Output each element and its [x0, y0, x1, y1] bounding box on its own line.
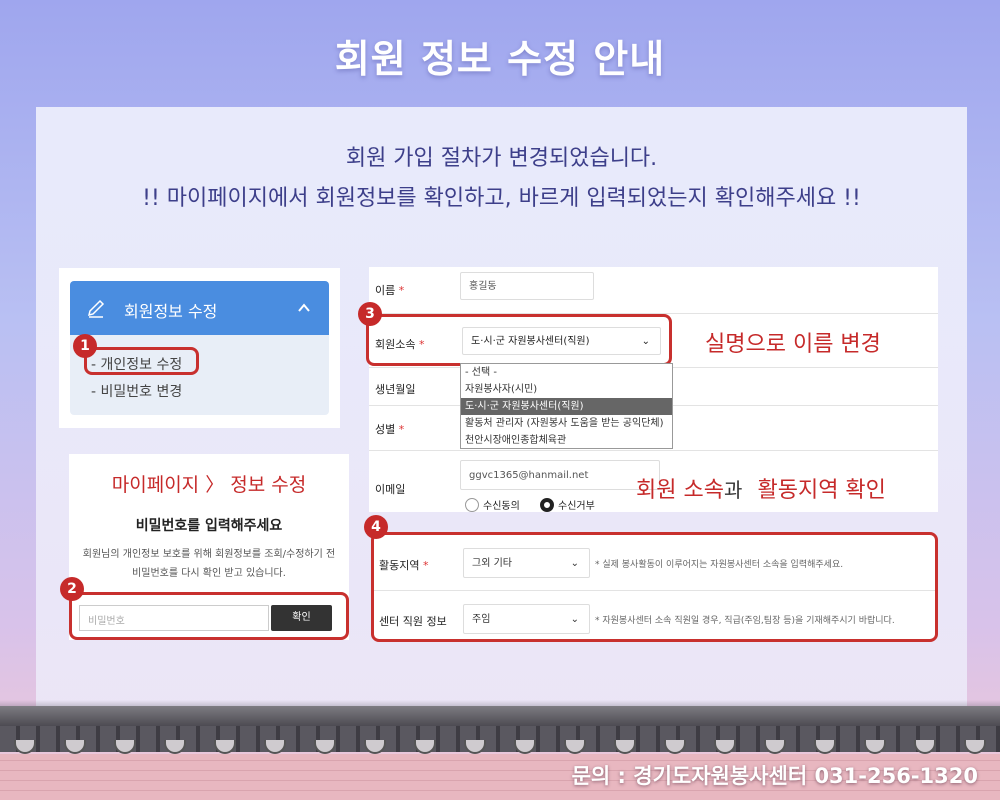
- tile-end: [764, 740, 786, 754]
- password-card-title: 마이페이지 〉 정보 수정: [111, 474, 307, 496]
- required-mark: *: [398, 284, 405, 297]
- roof-ridge: [0, 706, 1000, 726]
- annotation-org-part1: 회원 소속: [636, 478, 724, 503]
- tile-end: [614, 740, 636, 754]
- annotation-org-part3: 활동지역 확인: [757, 478, 886, 503]
- tile-end: [514, 740, 536, 754]
- menu-header[interactable]: 회원정보 수정: [70, 281, 329, 335]
- step-badge-1: 1: [73, 334, 97, 358]
- tile-end: [64, 740, 86, 754]
- org-option[interactable]: 자원봉사자(시민): [461, 381, 672, 398]
- tile-end: [564, 740, 586, 754]
- highlight-box-4: [371, 532, 938, 642]
- email-label: 이메일: [375, 483, 406, 496]
- annotation-org: 회원 소속과 활동지역 확인: [636, 472, 886, 504]
- password-desc-line-2: 비밀번호를 다시 확인 받고 있습니다.: [132, 568, 286, 579]
- tile-end: [714, 740, 736, 754]
- pencil-icon: [87, 299, 105, 318]
- menu-header-label: 회원정보 수정: [124, 302, 218, 321]
- gender-label: 성별 *: [375, 421, 404, 437]
- email-input[interactable]: ggvc1365@hanmail.net: [460, 460, 660, 490]
- tile-end: [264, 740, 286, 754]
- annotation-realname: 실명으로 이름 변경: [705, 332, 881, 357]
- tile-end: [464, 740, 486, 754]
- tile-end: [664, 740, 686, 754]
- step-badge-3: 3: [358, 302, 382, 326]
- tile-end: [214, 740, 236, 754]
- menu-item-password-change[interactable]: - 비밀번호 변경: [91, 381, 182, 401]
- tile-end: [914, 740, 936, 754]
- password-card-desc: 회원님의 개인정보 보호를 위해 회원정보를 조회/수정하기 전 비밀번호를 다…: [72, 545, 346, 583]
- org-option[interactable]: 천안시장애인종합체육관: [461, 432, 672, 449]
- tile-end: [864, 740, 886, 754]
- tile-end: [964, 740, 986, 754]
- chevron-up-icon: [298, 303, 310, 312]
- annotation-org-part2: 과: [723, 478, 743, 502]
- tile-end: [314, 740, 336, 754]
- org-option[interactable]: 활동처 관리자 (자원봉사 도움을 받는 공익단체): [461, 415, 672, 432]
- highlight-box-1: [84, 347, 199, 375]
- tile-end: [814, 740, 836, 754]
- birth-label: 생년월일: [375, 383, 416, 396]
- notice-line-2: !! 마이페이지에서 회원정보를 확인하고, 바르게 입력되었는지 확인해주세요…: [142, 186, 861, 211]
- contact-info: 문의 : 경기도자원봉사센터 031-256-1320: [571, 764, 978, 788]
- tile-end: [414, 740, 436, 754]
- page-title: 회원 정보 수정 안내: [334, 37, 666, 81]
- radio-agree-label: 수신동의: [483, 501, 520, 512]
- org-option[interactable]: - 선택 -: [461, 364, 672, 381]
- tile-end: [14, 740, 36, 754]
- password-desc-line-1: 회원님의 개인정보 보호를 위해 회원정보를 조회/수정하기 전: [82, 549, 336, 560]
- gender-label-text: 성별: [375, 423, 396, 436]
- radio-reject[interactable]: [540, 498, 554, 512]
- tile-end: [114, 740, 136, 754]
- form-divider: [369, 450, 938, 451]
- required-mark: *: [398, 423, 405, 436]
- name-input[interactable]: 홍길동: [460, 272, 594, 300]
- tile-end: [164, 740, 186, 754]
- password-card-subtitle: 비밀번호를 입력해주세요: [135, 518, 283, 534]
- step-badge-2: 2: [60, 577, 84, 601]
- tile-end: [364, 740, 386, 754]
- highlight-box-2: [69, 592, 349, 640]
- org-dropdown-list: - 선택 - 자원봉사자(시민) 도·시·군 자원봉사센터(직원) 활동처 관리…: [460, 363, 673, 449]
- highlight-box-3: [366, 314, 672, 366]
- radio-agree[interactable]: [465, 498, 479, 512]
- name-label-text: 이름: [375, 284, 396, 297]
- step-badge-4: 4: [364, 515, 388, 539]
- name-label: 이름 *: [375, 282, 404, 298]
- org-option-selected[interactable]: 도·시·군 자원봉사센터(직원): [461, 398, 672, 415]
- notice-line-1: 회원 가입 절차가 변경되었습니다.: [345, 146, 658, 171]
- radio-reject-label: 수신거부: [558, 501, 595, 512]
